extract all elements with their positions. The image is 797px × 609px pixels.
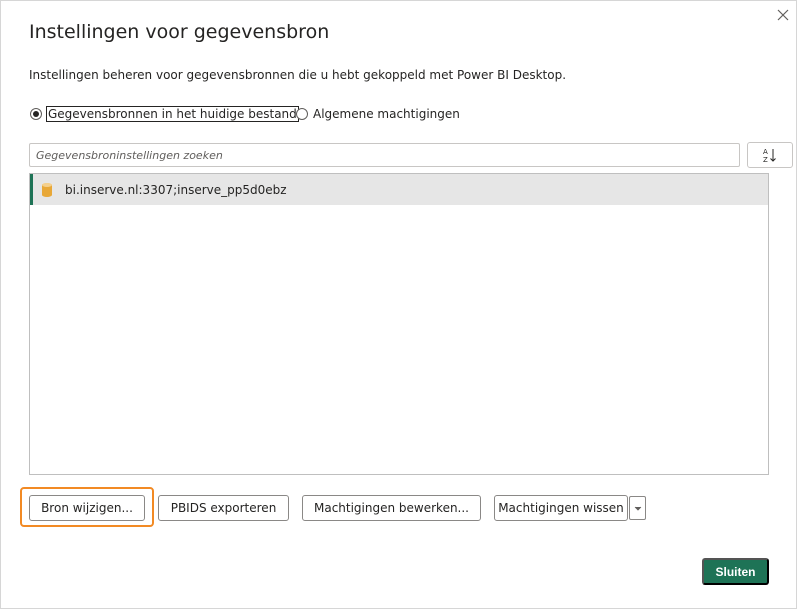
data-source-list[interactable]: bi.inserve.nl:3307;inserve_pp5d0ebz [29,173,769,475]
dialog-title: Instellingen voor gegevensbron [29,21,330,43]
svg-text:A: A [763,148,768,156]
close-button[interactable]: Sluiten [702,558,769,585]
radio-current-file-label[interactable]: Gegevensbronnen in het huidige bestand [46,106,299,122]
dialog-description: Instellingen beheren voor gegevensbronne… [29,68,567,82]
clear-permissions-button[interactable]: Machtigingen wissen [494,495,628,521]
list-item-label: bi.inserve.nl:3307;inserve_pp5d0ebz [65,182,287,197]
radio-global-permissions[interactable]: Algemene machtigingen [296,105,461,123]
edit-permissions-button[interactable]: Machtigingen bewerken... [302,495,481,521]
change-source-button[interactable]: Bron wijzigen... [29,495,145,521]
svg-text:Z: Z [763,156,768,163]
radio-selected-dot [33,111,39,117]
radio-global-permissions-label[interactable]: Algemene machtigingen [312,107,461,121]
export-pbids-button[interactable]: PBIDS exporteren [158,495,289,521]
close-dialog-button[interactable] [772,4,794,26]
list-item[interactable]: bi.inserve.nl:3307;inserve_pp5d0ebz [30,174,768,205]
radio-button[interactable] [30,108,42,120]
data-source-settings-dialog: Instellingen voor gegevensbron Instellin… [0,0,797,609]
search-input[interactable] [29,143,740,167]
radio-button[interactable] [296,108,308,120]
database-icon [41,182,53,198]
sort-button[interactable]: A Z [747,142,793,168]
chevron-down-icon [634,506,641,511]
clear-permissions-dropdown[interactable] [629,496,646,520]
radio-current-file[interactable]: Gegevensbronnen in het huidige bestand [30,105,299,123]
sort-az-icon: A Z [763,148,776,163]
close-icon [777,9,789,21]
